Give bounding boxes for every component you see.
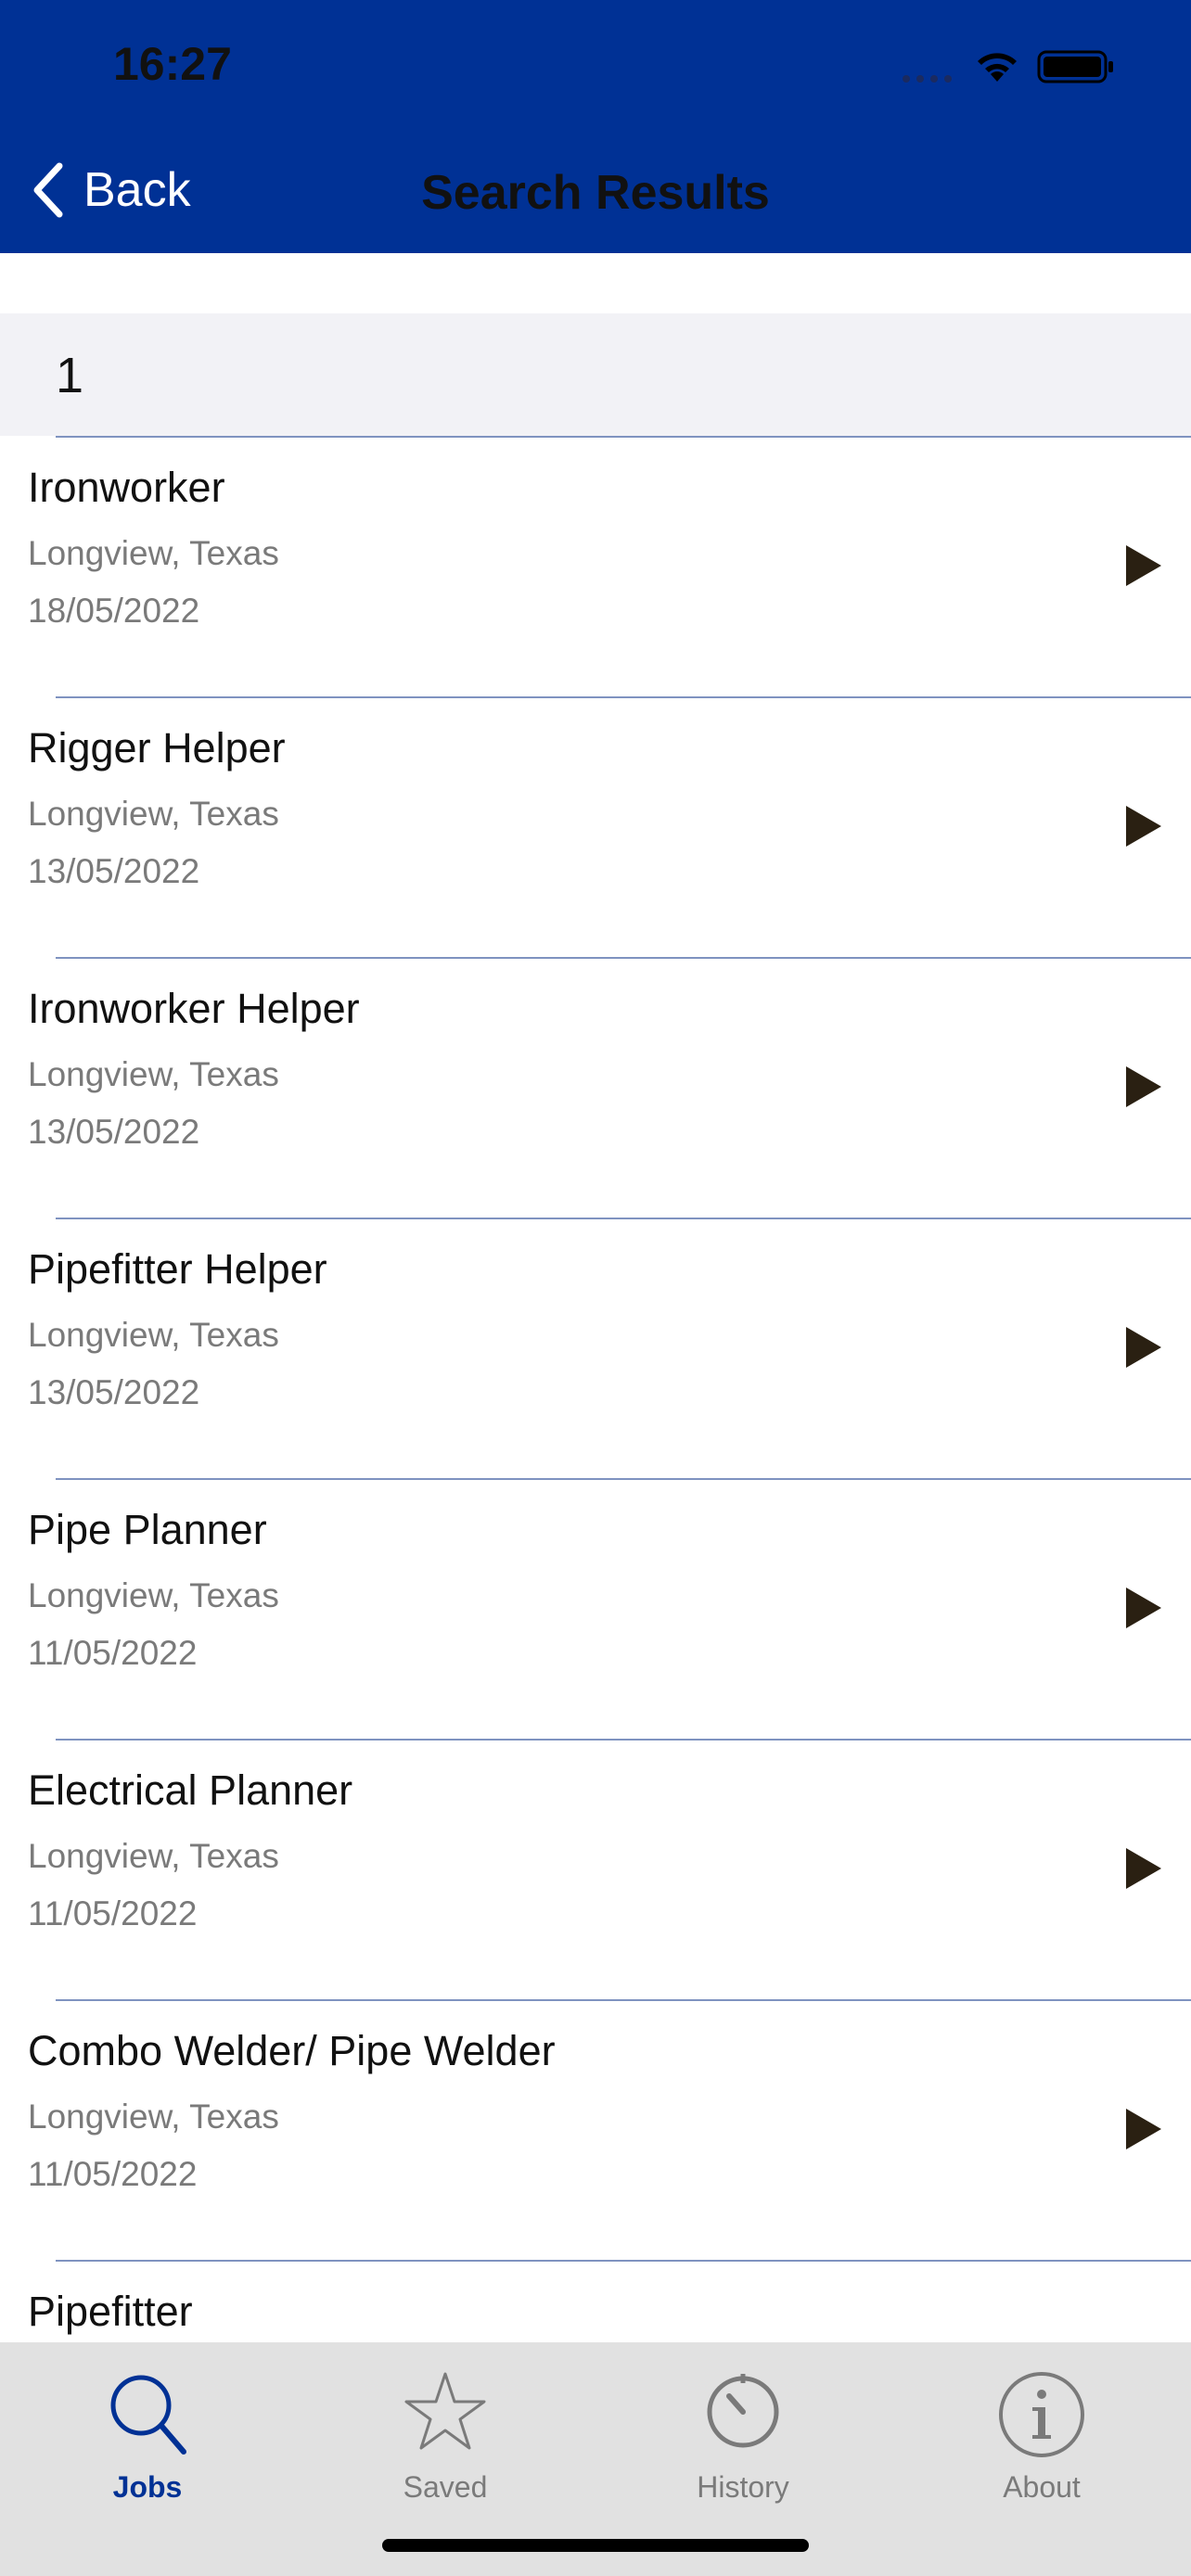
job-row[interactable]: Pipefitter [0,2260,1191,2342]
job-row[interactable]: Electrical Planner Longview, Texas 11/05… [0,1739,1191,1999]
tab-label: About [1003,2470,1081,2504]
job-title: Pipefitter Helper [28,1245,327,1293]
job-title: Electrical Planner [28,1766,353,1814]
disclosure-arrow-icon [1126,1327,1161,1368]
job-location: Longview, Texas [28,534,279,572]
disclosure-arrow-icon [1126,2109,1161,2149]
job-title: Pipefitter [28,2288,193,2335]
job-title: Ironworker Helper [28,985,360,1032]
navigation-header: 16:27 Back Search Results [0,0,1191,253]
job-location: Longview, Texas [28,1576,279,1614]
job-row[interactable]: Pipe Planner Longview, Texas 11/05/2022 [0,1478,1191,1739]
wifi-icon [978,53,1017,82]
job-title: Ironworker [28,464,225,511]
job-date: 11/05/2022 [28,1894,198,1932]
star-icon [404,2372,486,2450]
row-separator [56,436,1191,438]
job-row[interactable]: Ironworker Longview, Texas 18/05/2022 [0,436,1191,696]
job-date: 18/05/2022 [28,592,200,630]
row-separator [56,1739,1191,1741]
job-date: 11/05/2022 [28,1634,198,1672]
disclosure-arrow-icon [1126,1848,1161,1889]
row-separator [56,1218,1191,1219]
disclosure-arrow-icon [1126,1066,1161,1107]
tab-history[interactable]: History [641,2355,845,2504]
job-row[interactable]: Ironworker Helper Longview, Texas 13/05/… [0,957,1191,1218]
job-row[interactable]: Combo Welder/ Pipe Welder Longview, Texa… [0,1999,1191,2260]
job-title: Combo Welder/ Pipe Welder [28,2027,556,2074]
tab-about[interactable]: About [940,2355,1144,2504]
job-location: Longview, Texas [28,795,279,833]
job-title: Rigger Helper [28,724,286,772]
section-header: 1 [0,313,1191,436]
section-label: 1 [56,348,84,403]
status-bar-time: 16:27 [113,38,232,90]
row-separator [56,696,1191,698]
home-indicator [382,2539,809,2552]
job-location: Longview, Texas [28,1055,279,1093]
tab-label: History [697,2470,789,2504]
tab-label: Jobs [112,2470,183,2504]
disclosure-arrow-icon [1126,545,1161,586]
job-title: Pipe Planner [28,1506,267,1553]
job-date: 13/05/2022 [28,1113,200,1151]
row-separator [56,957,1191,959]
tab-jobs[interactable]: Jobs [45,2355,250,2504]
job-date: 13/05/2022 [28,852,200,890]
tab-saved[interactable]: Saved [343,2355,547,2504]
job-date: 13/05/2022 [28,1373,200,1411]
history-icon [707,2374,779,2448]
disclosure-arrow-icon [1126,806,1161,847]
battery-icon [1037,50,1113,83]
job-location: Longview, Texas [28,2098,279,2136]
cellular-signal-icon [903,75,952,83]
job-row[interactable]: Pipefitter Helper Longview, Texas 13/05/… [0,1218,1191,1478]
job-location: Longview, Texas [28,1316,279,1354]
info-icon [999,2372,1084,2457]
disclosure-arrow-icon [1126,1588,1161,1628]
job-date: 11/05/2022 [28,2155,198,2193]
row-separator [56,2260,1191,2262]
row-separator [56,1999,1191,2001]
row-separator [56,1478,1191,1480]
page-title: Search Results [421,166,770,220]
tab-label: Saved [403,2470,488,2504]
job-list[interactable]: Ironworker Longview, Texas 18/05/2022 Ri… [0,436,1191,2342]
job-location: Longview, Texas [28,1837,279,1875]
job-row[interactable]: Rigger Helper Longview, Texas 13/05/2022 [0,696,1191,957]
search-icon [110,2375,186,2455]
